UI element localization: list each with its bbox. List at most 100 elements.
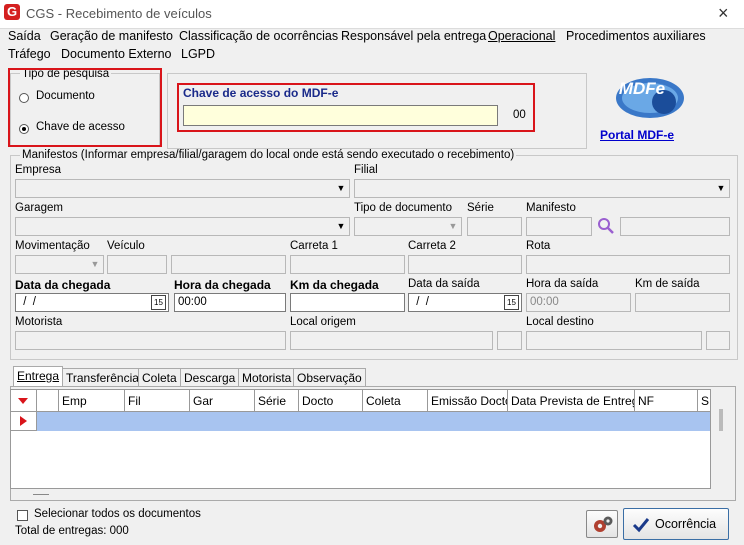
menu-trafego[interactable]: Tráfego xyxy=(8,46,51,62)
local-destino-uf-field xyxy=(706,331,730,350)
garagem-label: Garagem xyxy=(15,202,63,214)
hora-chegada-label: Hora da chegada xyxy=(174,278,271,292)
grid-header-serie[interactable]: Série xyxy=(255,390,299,412)
chevron-down-icon[interactable]: ▼ xyxy=(714,181,728,196)
local-destino-label: Local destino xyxy=(526,316,594,328)
tab-observacao[interactable]: Observação xyxy=(293,368,366,387)
menu-operacional[interactable]: Operacional xyxy=(488,28,555,44)
motorista-field xyxy=(15,331,286,350)
veiculo-field[interactable] xyxy=(107,255,167,274)
select-all-label[interactable]: Selecionar todos os documentos xyxy=(34,508,201,520)
tools-button[interactable] xyxy=(586,510,618,538)
calendar-icon[interactable]: 15 xyxy=(504,295,519,310)
grid-header-nf[interactable]: NF xyxy=(635,390,698,412)
empresa-select[interactable]: ▼ xyxy=(15,179,350,198)
grid-header-emissao[interactable]: Emissão Docto xyxy=(428,390,508,412)
documents-grid[interactable]: Emp Fil Gar Série Docto Coleta Emissão D… xyxy=(10,389,711,495)
veiculo-label: Veículo xyxy=(107,240,145,252)
km-chegada-label: Km da chegada xyxy=(290,278,379,292)
grid-header-docto[interactable]: Docto xyxy=(299,390,363,412)
grid-scrollbar[interactable] xyxy=(713,389,733,489)
chevron-down-icon[interactable]: ▼ xyxy=(334,219,348,234)
filial-label: Filial xyxy=(354,164,378,176)
grid-check-column xyxy=(37,390,59,412)
local-origem-uf-field xyxy=(497,331,522,350)
menu-lgpd[interactable]: LGPD xyxy=(181,46,215,62)
grid-resize-handle[interactable] xyxy=(33,494,49,495)
empresa-label: Empresa xyxy=(15,164,62,176)
tipo-documento-select[interactable]: ▼ xyxy=(354,217,462,236)
serie-field[interactable] xyxy=(467,217,522,236)
grid-header-data-prevista[interactable]: Data Prevista de Entrega xyxy=(508,390,635,412)
search-icon[interactable] xyxy=(597,217,615,235)
data-saida-value: / / xyxy=(413,296,429,308)
scrollbar-thumb[interactable] xyxy=(719,409,723,431)
tab-descarga[interactable]: Descarga xyxy=(180,368,240,387)
grid-header-gar[interactable]: Gar xyxy=(190,390,255,412)
mdfe-logo-icon: MDFe xyxy=(608,74,688,124)
movimentacao-select[interactable]: ▼ xyxy=(15,255,104,274)
veiculo-description-field xyxy=(171,255,286,274)
menu-responsavel-entrega[interactable]: Responsável pela entrega xyxy=(341,28,486,44)
data-chegada-label: Data da chegada xyxy=(15,278,111,292)
data-saida-label: Data da saída xyxy=(408,278,480,290)
grid-menu-icon[interactable] xyxy=(11,390,37,412)
tab-descarga-label: Descarga xyxy=(184,371,236,385)
tab-motorista[interactable]: Motorista xyxy=(238,368,296,387)
mdfe-logo-text: MDFe xyxy=(619,79,665,98)
tab-entrega[interactable]: Entrega xyxy=(13,366,64,388)
carreta2-label: Carreta 2 xyxy=(408,240,456,252)
highlight-box-access-key xyxy=(177,83,535,132)
local-origem-field xyxy=(290,331,493,350)
local-origem-label: Local origem xyxy=(290,316,356,328)
tipo-documento-label: Tipo de documento xyxy=(354,202,453,214)
chevron-down-icon[interactable]: ▼ xyxy=(88,257,102,272)
menu-documento-externo[interactable]: Documento Externo xyxy=(61,46,171,62)
hora-chegada-input[interactable]: 00:00 xyxy=(174,293,286,312)
table-row[interactable] xyxy=(37,412,710,431)
calendar-icon[interactable]: 15 xyxy=(151,295,166,310)
data-chegada-input[interactable]: / / 15 xyxy=(15,293,169,312)
manifesto-description-field xyxy=(620,217,730,236)
carreta1-field[interactable] xyxy=(290,255,405,274)
motorista-label: Motorista xyxy=(15,316,63,328)
menu-saida[interactable]: Saída xyxy=(8,28,41,44)
garagem-select[interactable]: ▼ xyxy=(15,217,350,236)
chevron-down-icon[interactable]: ▼ xyxy=(334,181,348,196)
tab-transferencia[interactable]: Transferência xyxy=(62,368,143,387)
menu-classificacao-ocorrencias[interactable]: Classificação de ocorrências xyxy=(179,28,338,44)
window-title: CGS - Recebimento de veículos xyxy=(26,6,212,21)
tab-transferencia-label: Transferência xyxy=(66,371,139,385)
tab-observacao-label: Observação xyxy=(297,371,362,385)
hora-chegada-value: 00:00 xyxy=(178,296,207,308)
portal-mdfe-link[interactable]: Portal MDF-e xyxy=(600,128,674,142)
grid-header-emp[interactable]: Emp xyxy=(59,390,125,412)
grid-header-fil[interactable]: Fil xyxy=(125,390,190,412)
km-saida-field xyxy=(635,293,730,312)
carreta1-label: Carreta 1 xyxy=(290,240,338,252)
hora-saida-field: 00:00 xyxy=(526,293,631,312)
km-chegada-input[interactable] xyxy=(290,293,405,312)
menu-geracao-manifesto[interactable]: Geração de manifesto xyxy=(50,28,173,44)
row-indicator-icon xyxy=(11,412,37,431)
select-all-checkbox[interactable] xyxy=(17,510,28,521)
carreta2-field[interactable] xyxy=(408,255,522,274)
rota-field[interactable] xyxy=(526,255,730,274)
km-saida-label: Km de saída xyxy=(635,278,700,290)
total-entregas: Total de entregas: 000 xyxy=(15,525,129,537)
ocorrencia-button[interactable]: Ocorrência xyxy=(623,508,729,540)
hora-saida-label: Hora da saída xyxy=(526,278,599,290)
menu-procedimentos-auxiliares[interactable]: Procedimentos auxiliares xyxy=(566,28,706,44)
close-icon[interactable]: × xyxy=(718,3,729,24)
rota-label: Rota xyxy=(526,240,551,252)
filial-select[interactable]: ▼ xyxy=(354,179,730,198)
chevron-down-icon[interactable]: ▼ xyxy=(446,219,460,234)
grid-header-s[interactable]: S xyxy=(698,390,710,412)
local-destino-field xyxy=(526,331,702,350)
grid-header-coleta[interactable]: Coleta xyxy=(363,390,428,412)
manifesto-field[interactable] xyxy=(526,217,592,236)
manifesto-label: Manifesto xyxy=(526,202,576,214)
tab-coleta[interactable]: Coleta xyxy=(138,368,181,387)
highlight-box-search-type xyxy=(8,68,162,147)
data-saida-input[interactable]: / / 15 xyxy=(408,293,522,312)
